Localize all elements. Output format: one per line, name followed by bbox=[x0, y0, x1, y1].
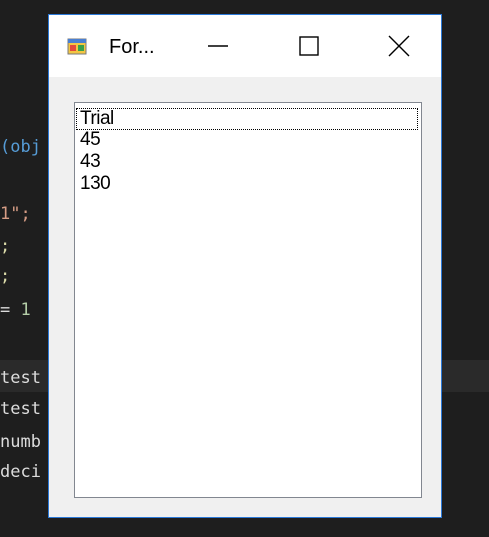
minimize-button[interactable] bbox=[195, 15, 241, 77]
close-icon bbox=[388, 35, 410, 57]
code-line-8: numb bbox=[0, 432, 41, 452]
form-window: For... Trial 45 43 130 bbox=[48, 14, 442, 518]
code-line-1: (obj bbox=[0, 137, 41, 157]
code-line-7: test bbox=[0, 399, 41, 419]
close-button[interactable] bbox=[376, 15, 422, 77]
code-line-2: 1"; bbox=[0, 204, 31, 224]
form-client-area: Trial 45 43 130 bbox=[49, 77, 441, 517]
list-item[interactable]: 130 bbox=[76, 173, 418, 195]
winforms-app-icon[interactable] bbox=[67, 36, 87, 56]
minimize-icon bbox=[208, 45, 228, 47]
list-item[interactable]: 45 bbox=[76, 129, 418, 151]
listbox[interactable]: Trial 45 43 130 bbox=[74, 102, 422, 498]
window-title: For... bbox=[109, 36, 155, 58]
maximize-button[interactable] bbox=[286, 15, 332, 77]
code-line-5: = 1 bbox=[0, 300, 31, 320]
code-line-9: deci bbox=[0, 462, 41, 482]
code-line-4: ; bbox=[0, 266, 11, 286]
list-item[interactable]: 43 bbox=[76, 151, 418, 173]
maximize-icon bbox=[299, 36, 319, 56]
list-item[interactable]: Trial bbox=[76, 108, 418, 130]
title-bar[interactable]: For... bbox=[49, 15, 441, 77]
code-line-6: test bbox=[0, 368, 41, 388]
code-line-3: ; bbox=[0, 236, 11, 256]
